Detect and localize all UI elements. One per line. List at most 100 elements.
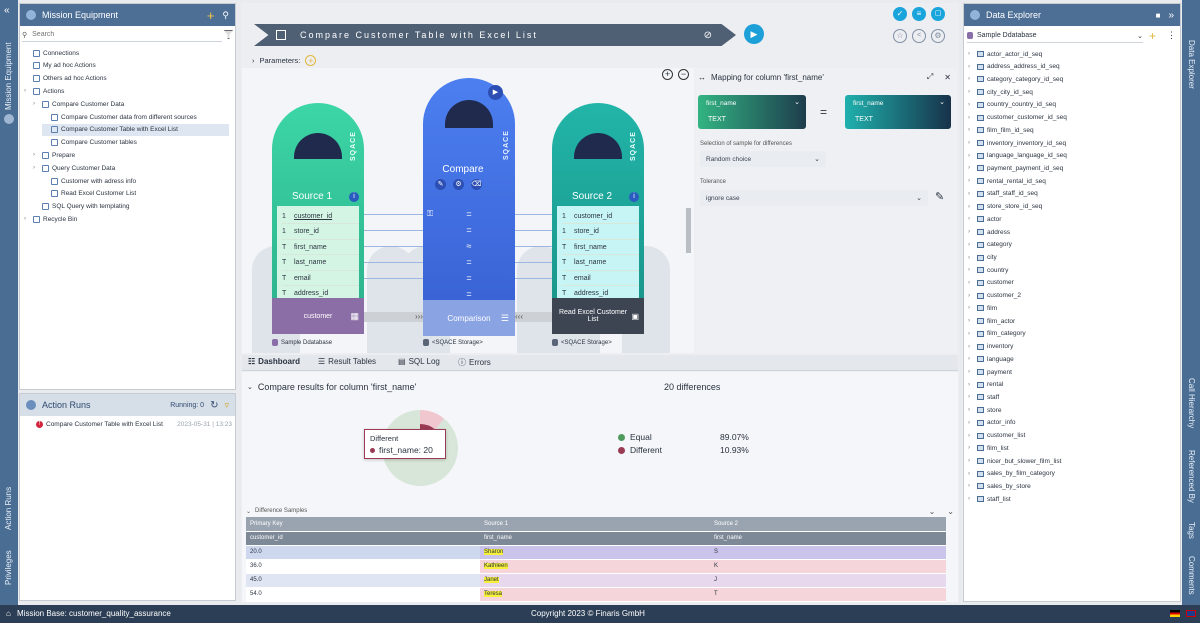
database-select[interactable]: Sample Ddatabase ⌄: [967, 29, 1143, 43]
results-header[interactable]: ⌄ Compare results for column 'first_name…: [247, 382, 416, 392]
explorer-item[interactable]: › inventory_inventory_id_seq: [968, 137, 1066, 149]
chevron-right-icon[interactable]: ›: [968, 267, 974, 273]
explorer-item[interactable]: › staff: [968, 391, 999, 403]
chevron-right-icon[interactable]: ›: [968, 331, 974, 337]
settings-icon[interactable]: ⚙: [931, 29, 945, 43]
document-icon[interactable]: ▢: [931, 7, 945, 21]
rail-tab-action-runs[interactable]: Action Runs: [4, 487, 13, 530]
column-header[interactable]: first_name: [480, 531, 710, 546]
explorer-item[interactable]: › nicer_but_slower_film_list: [968, 455, 1061, 467]
compare-play-icon[interactable]: ▶: [488, 85, 503, 100]
rail-tab-comments[interactable]: Comments: [1187, 556, 1196, 595]
tree-item[interactable]: › Actions: [24, 85, 229, 97]
field-row[interactable]: Tlast_name: [562, 256, 639, 271]
tree-item[interactable]: Compare Customer tables: [42, 137, 229, 149]
expand-icon[interactable]: ⤢: [927, 72, 933, 82]
check-icon[interactable]: ✓: [893, 7, 907, 21]
chevron-right-icon[interactable]: ›: [33, 101, 39, 107]
source2-rocket[interactable]: SQACE Source 2 i 1 customer_id 1 store_id Tf…: [552, 103, 644, 298]
collapse-right-icon[interactable]: »: [1168, 10, 1174, 21]
uk-flag-icon[interactable]: [1186, 610, 1196, 617]
star-icon[interactable]: ☆: [893, 29, 907, 43]
explorer-item[interactable]: › film_category: [968, 328, 1026, 340]
chevron-right-icon[interactable]: ›: [968, 140, 974, 146]
source1-rocket[interactable]: SQACE Source 1 i 1 customer_id 1 store_id Tf…: [272, 103, 364, 298]
field-row[interactable]: Temail: [282, 271, 359, 286]
table-row[interactable]: 54.0 Teresa T: [246, 587, 946, 602]
field-row[interactable]: Tlast_name: [282, 256, 359, 271]
chevron-right-icon[interactable]: ›: [33, 165, 39, 171]
source1-footer[interactable]: customer ▦: [272, 298, 364, 334]
edit-icon[interactable]: ✎: [435, 179, 446, 190]
column-header[interactable]: customer_id: [246, 531, 480, 546]
explorer-item[interactable]: › film: [968, 302, 997, 314]
add-icon[interactable]: +: [207, 8, 215, 23]
tolerance-select[interactable]: ignore case ⌄: [700, 190, 928, 206]
field-row[interactable]: Taddress_id: [562, 287, 639, 299]
chevron-right-icon[interactable]: ›: [968, 153, 974, 159]
legend-item[interactable]: Equal 89.07%: [618, 432, 758, 442]
list-icon[interactable]: ≡: [912, 7, 926, 21]
chevron-right-icon[interactable]: ›: [968, 229, 974, 235]
tab-dashboard[interactable]: ☷ Dashboard: [248, 357, 300, 366]
explorer-item[interactable]: › payment: [968, 366, 1012, 378]
visibility-off-icon[interactable]: ⊘: [704, 30, 712, 41]
chevron-right-icon[interactable]: ›: [968, 382, 974, 388]
scrollbar[interactable]: [686, 208, 691, 253]
chevron-right-icon[interactable]: ›: [33, 152, 39, 158]
table-row[interactable]: 45.0 Janet J: [246, 573, 946, 588]
explorer-item[interactable]: › category: [968, 239, 1012, 251]
chevron-right-icon[interactable]: ›: [968, 496, 974, 502]
tree-item[interactable]: › Recycle Bin: [24, 213, 229, 225]
german-flag-icon[interactable]: [1170, 610, 1180, 617]
chevron-right-icon[interactable]: ›: [24, 216, 30, 222]
explorer-item[interactable]: › customer_2: [968, 290, 1021, 302]
tree-item[interactable]: Others ad hoc Actions: [24, 73, 229, 85]
field-row[interactable]: Tfirst_name: [282, 240, 359, 255]
field-row[interactable]: Temail: [562, 271, 639, 286]
chevron-right-icon[interactable]: ›: [968, 216, 974, 222]
run-button[interactable]: ▶: [744, 24, 764, 44]
chevron-right-icon[interactable]: ›: [968, 204, 974, 210]
compare-symbol[interactable]: =: [423, 209, 515, 219]
pencil-icon[interactable]: ✎: [935, 190, 944, 203]
collapse-icon[interactable]: «: [4, 5, 10, 16]
explorer-item[interactable]: › customer_list: [968, 430, 1025, 442]
explorer-item[interactable]: › actor_actor_id_seq: [968, 48, 1042, 60]
rail-tab-data-explorer[interactable]: Data Explorer: [1187, 40, 1196, 89]
explorer-item[interactable]: › address_address_id_seq: [968, 61, 1060, 73]
compare-footer[interactable]: Comparison ☰: [423, 300, 515, 336]
explorer-item[interactable]: › language_language_id_seq: [968, 150, 1067, 162]
chevron-right-icon[interactable]: ›: [968, 242, 974, 248]
rail-tab-mission-equipment[interactable]: Mission Equipment: [4, 42, 13, 110]
filter-icon[interactable]: [224, 30, 233, 39]
explorer-item[interactable]: › store: [968, 404, 1001, 416]
tree-item[interactable]: › Compare Customer Data: [33, 98, 229, 110]
chevron-right-icon[interactable]: ›: [968, 115, 974, 121]
rail-tab-call-hierarchy[interactable]: Call Hierarchy: [1187, 378, 1196, 428]
tree-item[interactable]: Compare Customer data from different sou…: [42, 111, 229, 123]
compare-symbol[interactable]: =: [423, 225, 515, 235]
add-connection-icon[interactable]: +: [1149, 29, 1156, 43]
chevron-right-icon[interactable]: ›: [968, 407, 974, 413]
chevron-right-icon[interactable]: ›: [968, 255, 974, 261]
refresh-icon[interactable]: ↻: [210, 400, 218, 411]
chevron-right-icon[interactable]: ›: [968, 305, 974, 311]
explorer-item[interactable]: › actor_info: [968, 417, 1016, 429]
explorer-item[interactable]: › sales_by_film_category: [968, 468, 1055, 480]
explorer-item[interactable]: › film_film_id_seq: [968, 124, 1034, 136]
explorer-item[interactable]: › customer: [968, 277, 1014, 289]
explorer-item[interactable]: › country: [968, 264, 1008, 276]
chevron-right-icon[interactable]: ›: [968, 178, 974, 184]
source1-info-icon[interactable]: i: [349, 192, 359, 202]
compare-rocket[interactable]: SQACE Compare ✎ ⚙ ⌫ = = ≈ = = = ⚿: [423, 78, 515, 300]
tab-errors[interactable]: ⓘ Errors: [458, 357, 491, 368]
table-row[interactable]: 36.0 Kathleen K: [246, 559, 946, 574]
rail-tab-referenced-by[interactable]: Referenced By: [1187, 450, 1196, 503]
tree-item[interactable]: › Prepare: [33, 149, 229, 161]
column-header[interactable]: first_name: [710, 531, 946, 546]
search-icon[interactable]: ⚲: [222, 10, 229, 21]
field-row[interactable]: 1 store_id: [562, 225, 639, 240]
source2-footer[interactable]: Read Excel Customer List ▣: [552, 298, 644, 334]
field-row[interactable]: 1 customer_id: [562, 209, 639, 224]
